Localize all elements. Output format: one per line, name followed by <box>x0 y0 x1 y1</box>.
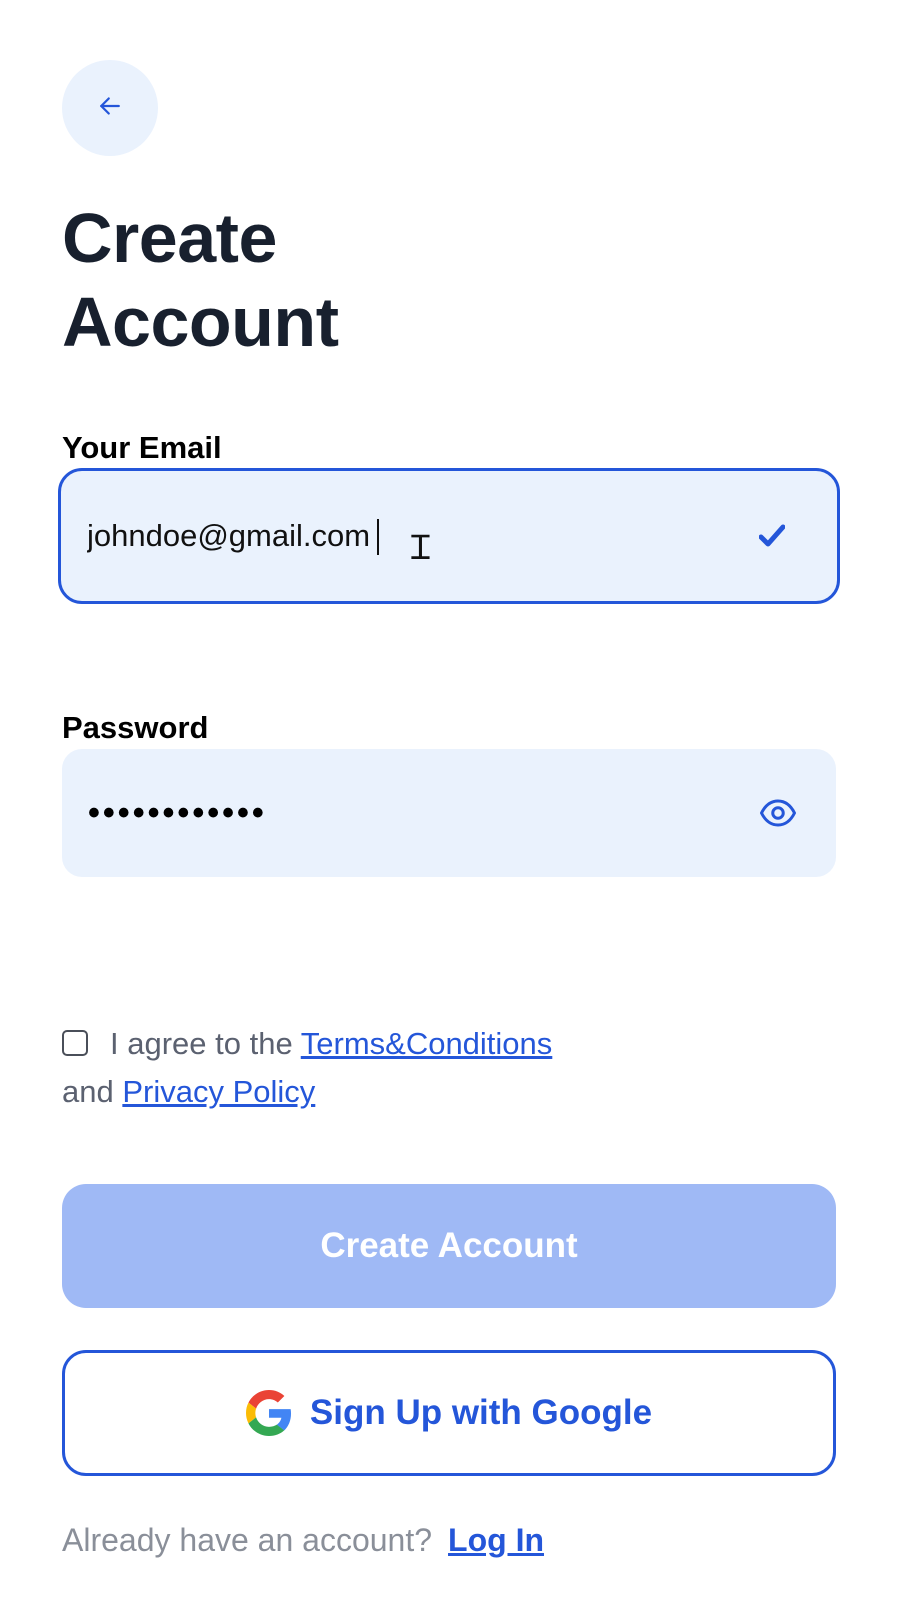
google-signup-label: Sign Up with Google <box>309 1393 653 1432</box>
back-button[interactable] <box>62 60 158 156</box>
email-input[interactable] <box>61 471 837 601</box>
create-account-label: Create Account <box>320 1226 578 1265</box>
create-account-button[interactable]: Create Account <box>62 1184 836 1308</box>
terms-checkbox[interactable] <box>62 1030 88 1056</box>
eye-icon[interactable] <box>760 799 796 827</box>
google-signup-button[interactable]: Sign Up with Google <box>62 1350 836 1476</box>
privacy-policy-link[interactable]: Privacy Policy <box>122 1074 315 1109</box>
page-title: Create Account <box>62 196 562 364</box>
terms-link[interactable]: Terms&Conditions <box>301 1026 553 1061</box>
text-cursor-icon: Ɪ <box>411 528 430 568</box>
arrow-left-icon <box>95 91 125 126</box>
agree-middle: and <box>62 1074 114 1109</box>
terms-agreement: I agree to the Terms&Conditions and Priv… <box>62 1020 682 1116</box>
email-field[interactable]: Ɪ <box>58 468 840 604</box>
password-field[interactable]: •••••••••••• <box>62 749 836 877</box>
password-label: Password <box>62 710 209 745</box>
login-link[interactable]: Log In <box>448 1522 544 1558</box>
text-caret <box>377 519 379 555</box>
login-prompt-text: Already have an account? <box>62 1522 433 1558</box>
title-line-2: Account <box>62 283 339 361</box>
google-icon <box>245 1390 292 1436</box>
login-prompt: Already have an account? Log In <box>62 1522 544 1559</box>
checkmark-icon <box>759 524 785 548</box>
agree-prefix: I agree to the <box>110 1026 293 1061</box>
email-label: Your Email <box>62 430 222 465</box>
password-input[interactable]: •••••••••••• <box>62 794 836 833</box>
title-line-1: Create <box>62 199 277 277</box>
create-account-page: Create Account Your Email Ɪ Password •••… <box>0 0 900 1608</box>
